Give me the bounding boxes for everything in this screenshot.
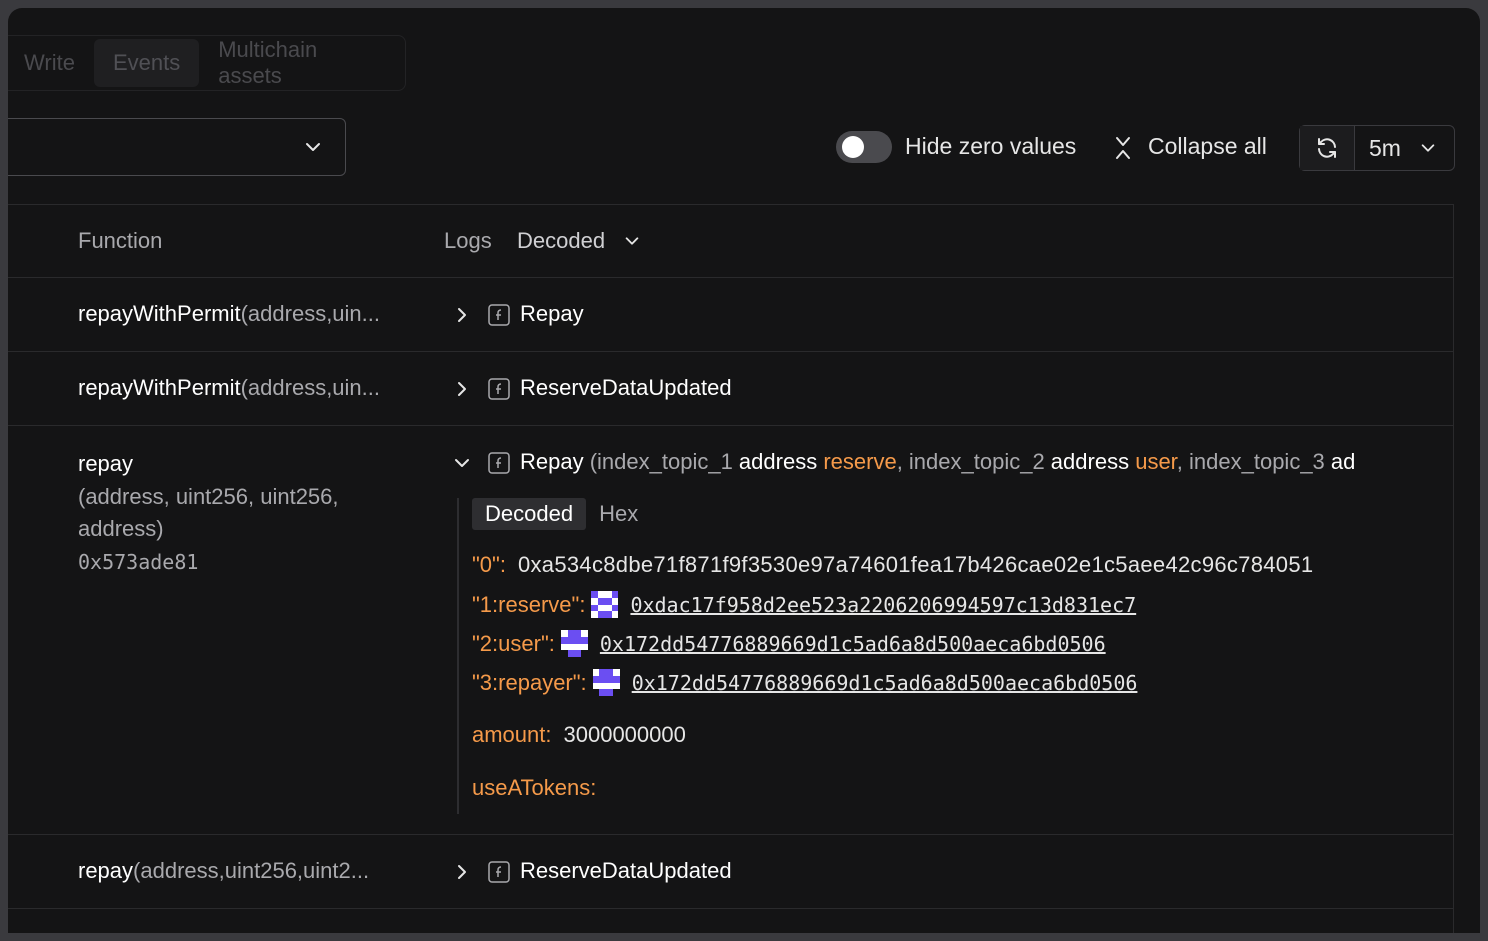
function-name: repayWithPermit	[78, 375, 241, 400]
table-row[interactable]: repay(address,uint256,uint2... ReserveDa…	[8, 835, 1453, 909]
collapse-icon[interactable]	[1112, 136, 1134, 160]
refresh-control: 5m	[1299, 125, 1455, 171]
tab-events[interactable]: Events	[93, 39, 200, 87]
refresh-icon	[1318, 138, 1336, 158]
tab-multichain-assets[interactable]: Multichain assets	[199, 37, 399, 88]
topic-1-reserve: "1:reserve": 0xdac17f958d2ee523a22062069…	[472, 591, 1136, 618]
collapse-all-button[interactable]: Collapse all	[1148, 133, 1267, 160]
address-link[interactable]: 0x172dd54776889669d1c5ad6a8d500aeca6bd05…	[600, 632, 1106, 656]
event-filter-select[interactable]	[8, 118, 346, 176]
events-table: Function Logs Decoded repayWithPermit(ad…	[8, 204, 1454, 933]
address-avatar-icon	[560, 630, 588, 657]
function-icon	[488, 304, 510, 326]
function-signature: (address, uint256, uint256,	[78, 483, 339, 509]
function-selector: 0x573ade81	[78, 549, 199, 574]
logs-format-select[interactable]: Decoded	[517, 228, 641, 254]
function-cell: repayWithPermit(address,uin...	[78, 301, 380, 327]
table-header: Function Logs Decoded	[8, 205, 1453, 278]
event-sig-text: (index_topic_1	[583, 449, 739, 474]
window: Write Events Multichain assets Hide zero…	[8, 8, 1480, 933]
function-cell: repay (address, uint256, uint256, addres…	[78, 448, 339, 578]
interval-value: 5m	[1369, 134, 1401, 161]
event-sig-type: address	[738, 449, 818, 474]
chevron-down-icon	[1421, 144, 1435, 152]
event-name: Repay	[520, 449, 584, 474]
tab-write[interactable]: Write	[8, 39, 94, 87]
function-icon	[488, 452, 510, 474]
chevron-right-icon[interactable]	[452, 379, 472, 399]
field-key: "1:reserve":	[472, 591, 586, 617]
field-value: 0xa534c8dbe71f871f9f3530e97a74601fea17b4…	[517, 552, 1314, 577]
header-function: Function	[78, 228, 163, 253]
address-link[interactable]: 0x172dd54776889669d1c5ad6a8d500aeca6bd05…	[632, 671, 1138, 695]
event-sig-text: , index_topic_2	[896, 449, 1051, 474]
event-sig-type: ad	[1330, 449, 1356, 474]
chevron-down-icon[interactable]	[452, 453, 472, 473]
header-logs: Logs	[444, 228, 492, 253]
field-key: useATokens:	[472, 775, 597, 800]
function-signature-cont: address)	[78, 516, 164, 541]
event-name: ReserveDataUpdated	[520, 858, 732, 883]
function-icon	[488, 861, 510, 883]
table-row-expanded[interactable]: repay (address, uint256, uint256, addres…	[8, 426, 1453, 835]
event-sig-param: user	[1135, 449, 1177, 474]
tab-bar: Write Events Multichain assets	[8, 35, 406, 91]
view-hex-button[interactable]: Hex	[586, 498, 651, 530]
field-key: "3:repayer":	[472, 669, 587, 695]
logs-format-value: Decoded	[517, 228, 606, 253]
view-decoded-button[interactable]: Decoded	[472, 498, 587, 530]
hide-zero-toggle[interactable]	[836, 131, 892, 163]
refresh-button[interactable]	[1300, 126, 1355, 170]
param-amount: amount: 3000000000	[472, 722, 686, 748]
view-mode-toggle: Decoded Hex	[472, 498, 651, 530]
address-avatar-icon	[591, 591, 619, 618]
toggle-knob	[842, 136, 864, 158]
event-sig-text: , index_topic_3	[1176, 449, 1331, 474]
chevron-down-icon	[625, 237, 639, 245]
divider	[457, 498, 459, 814]
topic-0: "0": 0xa534c8dbe71f871f9f3530e97a74601fe…	[472, 552, 1313, 578]
field-key: "2:user":	[472, 630, 555, 656]
event-sig-param: reserve	[823, 449, 897, 474]
function-name: repayWithPermit	[78, 301, 241, 326]
table-row[interactable]: repayWithPermit(address,uin... Repay	[8, 278, 1453, 352]
chevron-down-icon	[306, 143, 320, 151]
field-key: amount:	[472, 722, 552, 747]
function-cell: repayWithPermit(address,uin...	[78, 375, 380, 401]
interval-select[interactable]: 5m	[1355, 126, 1454, 170]
topic-3-repayer: "3:repayer": 0x172dd54776889669d1c5ad6a8…	[472, 669, 1137, 696]
event-name: ReserveDataUpdated	[520, 375, 732, 400]
function-icon	[488, 378, 510, 400]
function-args: (address,uint256,uint2...	[133, 858, 370, 883]
function-args: (address,uin...	[240, 301, 380, 326]
event-name: Repay	[520, 301, 584, 326]
function-cell: repay(address,uint256,uint2...	[78, 858, 369, 884]
event-sig-type: address	[1050, 449, 1130, 474]
param-useATokens: useATokens:	[472, 775, 596, 801]
topic-2-user: "2:user": 0x172dd54776889669d1c5ad6a8d50…	[472, 630, 1106, 657]
function-name: repay	[78, 858, 134, 883]
address-link[interactable]: 0xdac17f958d2ee523a2206206994597c13d831e…	[630, 593, 1136, 617]
table-row[interactable]: repayWithPermit(address,uin... ReserveDa…	[8, 352, 1453, 426]
hide-zero-label: Hide zero values	[905, 133, 1077, 159]
function-name: repay	[78, 451, 134, 476]
chevron-right-icon[interactable]	[452, 862, 472, 882]
field-key: "0":	[472, 552, 506, 577]
event-signature: Repay (index_topic_1 address reserve, in…	[520, 449, 1355, 475]
address-avatar-icon	[592, 669, 620, 696]
function-args: (address,uin...	[240, 375, 380, 400]
chevron-right-icon[interactable]	[452, 305, 472, 325]
field-value: 3000000000	[563, 722, 686, 747]
